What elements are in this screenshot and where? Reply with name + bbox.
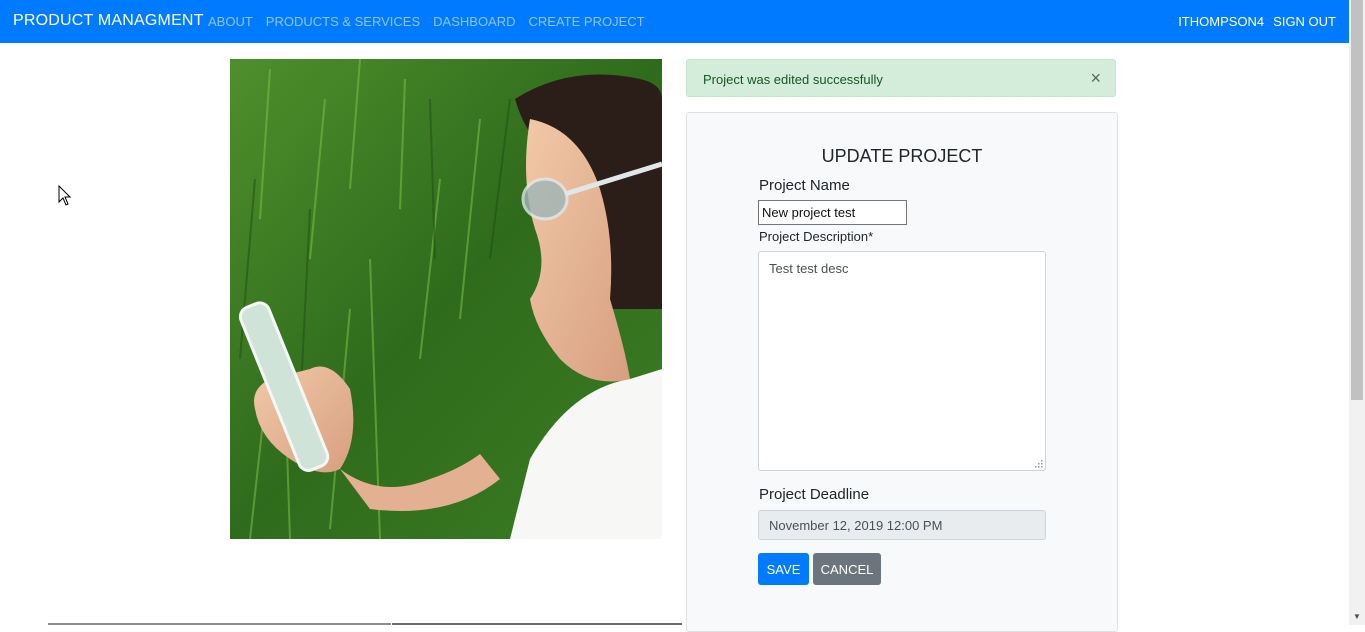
save-button[interactable]: SAVE: [758, 553, 809, 585]
nav-username[interactable]: ITHOMPSON4: [1178, 14, 1264, 29]
hero-image: [230, 59, 662, 539]
project-name-input[interactable]: [758, 200, 907, 225]
project-deadline-field[interactable]: November 12, 2019 12:00 PM: [758, 510, 1046, 540]
cancel-button[interactable]: CANCEL: [813, 553, 881, 585]
success-alert: Project was edited successfully ×: [686, 59, 1116, 97]
nav-user-area: ITHOMPSON4 SIGN OUT: [1178, 14, 1336, 29]
nav-sign-out[interactable]: SIGN OUT: [1273, 14, 1336, 29]
alert-message: Project was edited successfully: [703, 72, 883, 87]
close-icon[interactable]: ×: [1090, 69, 1101, 87]
scrollbar-thumb[interactable]: [1351, 0, 1363, 400]
resize-grip-icon[interactable]: [1034, 459, 1043, 468]
form-title: UPDATE PROJECT: [821, 146, 983, 166]
vertical-scrollbar[interactable]: ▼: [1349, 0, 1365, 625]
nav-links: ABOUT PRODUCTS & SERVICES DASHBOARD CREA…: [208, 14, 645, 29]
project-description-label: Project Description*: [759, 229, 874, 244]
brand-link[interactable]: PRODUCT MANAGMENT: [13, 12, 204, 30]
nav-create-project[interactable]: CREATE PROJECT: [529, 14, 645, 29]
scroll-down-arrow-icon[interactable]: ▼: [1349, 608, 1365, 625]
mouse-cursor-icon: [58, 185, 72, 206]
nav-about[interactable]: ABOUT: [208, 14, 253, 29]
project-deadline-label: Project Deadline: [759, 486, 870, 503]
nav-dashboard[interactable]: DASHBOARD: [433, 14, 515, 29]
project-description-textarea[interactable]: Test test desc: [758, 251, 1046, 471]
project-name-label: Project Name: [759, 177, 850, 194]
update-project-card: UPDATE PROJECT Project Name Project Desc…: [686, 112, 1118, 632]
woman-with-phone-illustration: [230, 59, 662, 539]
top-navbar: PRODUCT MANAGMENT ABOUT PRODUCTS & SERVI…: [0, 0, 1349, 43]
nav-products-services[interactable]: PRODUCTS & SERVICES: [266, 14, 420, 29]
